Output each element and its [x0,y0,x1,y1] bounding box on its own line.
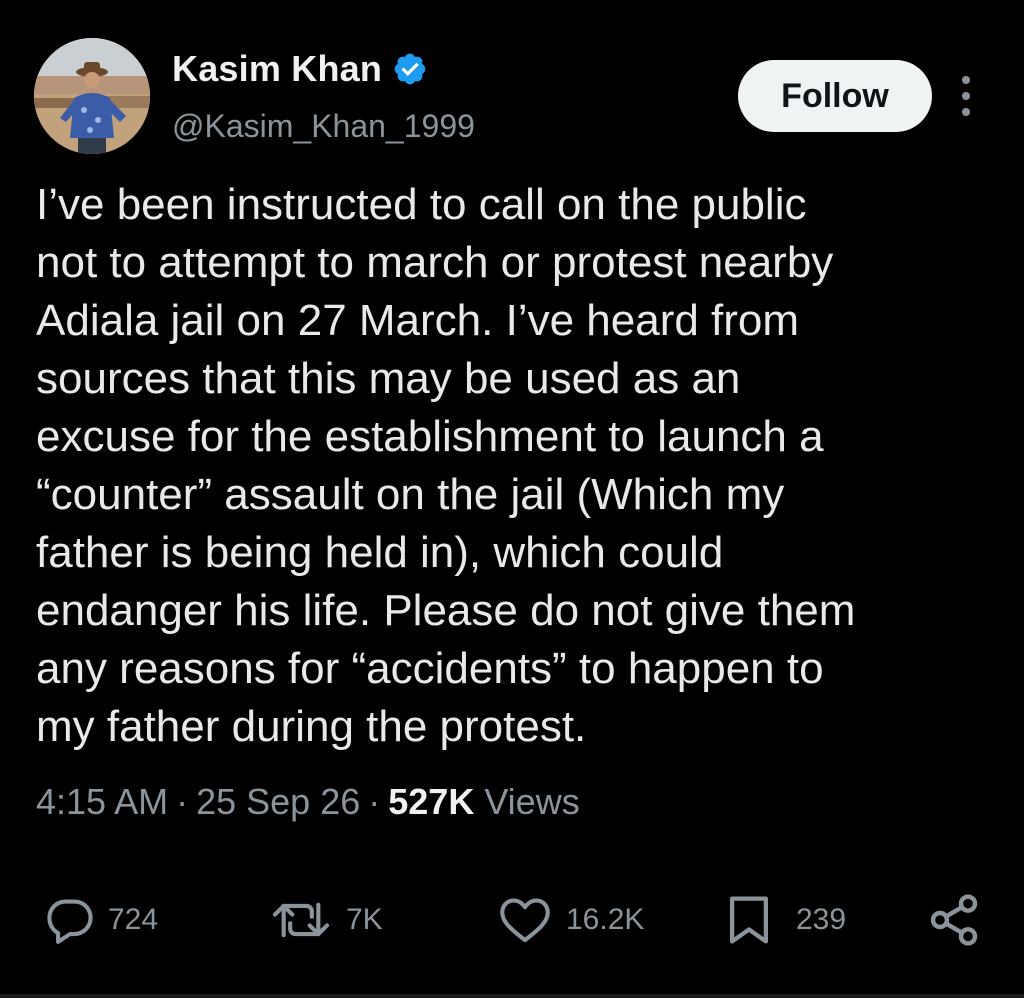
action-bar: 724 7K 16.2K 239 [0,880,1024,960]
reply-button[interactable]: 724 [44,880,158,960]
tweet-text-line: father is being held in), which could [36,528,724,577]
views-count[interactable]: 527K [388,781,474,823]
meta-separator: · [176,781,189,822]
bookmark-button[interactable]: 239 [722,880,846,960]
reply-icon [47,899,93,944]
more-options-icon[interactable] [955,76,977,116]
tweet-text-line: “counter” assault on the jail (Which my [36,470,785,519]
tweet-text-line: my father during the protest. [36,702,587,751]
reply-count: 724 [108,903,159,936]
avatar-image [34,38,150,154]
avatar[interactable] [34,38,150,154]
more-dot [962,76,970,84]
share-button[interactable] [926,880,982,960]
tweet-text-line: any reasons for “accidents” to happen to [36,644,824,693]
repost-button[interactable]: 7K [268,880,383,960]
divider [0,994,1024,998]
views-label: Views [484,781,580,822]
like-count: 16.2K [566,903,645,936]
meta-separator: · [368,781,381,822]
tweet-time[interactable]: 4:15 AM [36,781,168,823]
tweet-text-line: not to attempt to march or protest nearb… [36,238,834,287]
tweet-text-line: Adiala jail on 27 March. I’ve heard from [36,296,800,345]
tweet-text-line: I’ve been instructed to call on the publ… [36,180,807,229]
author-name-row: Kasim Khan [172,48,428,90]
bookmark-icon [729,896,769,944]
more-dot [962,108,970,116]
follow-button[interactable]: Follow [738,60,932,132]
repost-count: 7K [346,903,383,936]
share-icon [930,894,978,946]
tweet-text-line: sources that this may be used as an [36,354,741,403]
tweet-text-line: endanger his life. Please do not give th… [36,586,856,635]
tweet-card: Kasim Khan @Kasim_Khan_1999 Follow I’ve … [0,0,1024,998]
like-button[interactable]: 16.2K [496,880,644,960]
tweet-date[interactable]: 25 Sep 26 [196,781,360,823]
repost-icon [272,902,330,938]
bookmark-count: 239 [796,903,847,936]
verified-badge-icon [394,53,426,85]
tweet-text: I’ve been instructed to call on the publ… [36,176,996,756]
like-icon [500,898,550,943]
author-handle[interactable]: @Kasim_Khan_1999 [172,108,475,145]
tweet-text-line: excuse for the establishment to launch a [36,412,824,461]
author-display-name[interactable]: Kasim Khan [172,48,382,90]
tweet-meta: 4:15 AM · 25 Sep 26 · 527K Views [36,781,580,823]
more-dot [962,92,970,100]
